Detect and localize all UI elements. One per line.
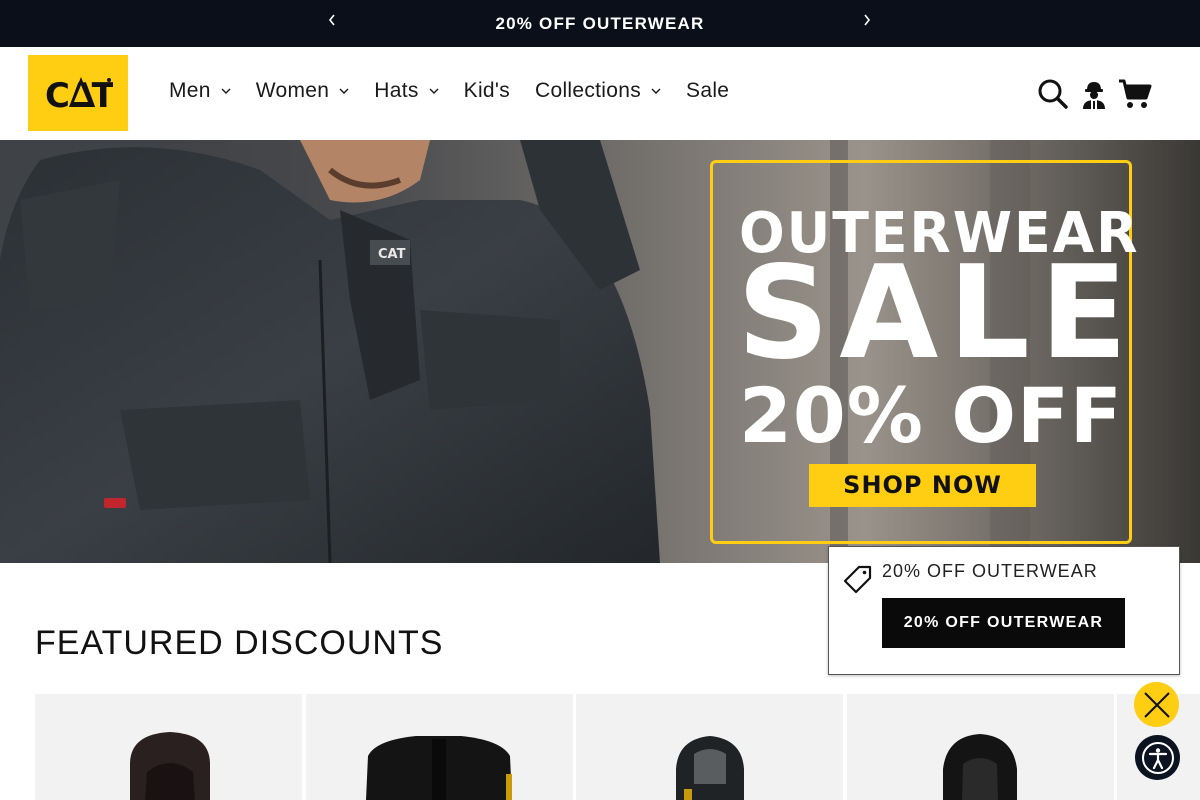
nav-kids-label: Kid's <box>463 79 511 102</box>
nav-men-label: Men <box>169 79 211 102</box>
product-card[interactable] <box>576 694 843 800</box>
section-title: FEATURED DISCOUNTS <box>35 624 444 662</box>
product-carousel <box>35 694 1200 800</box>
nav-women[interactable]: Women <box>256 79 349 103</box>
svg-text:CAT: CAT <box>378 247 406 262</box>
tag-icon <box>843 564 873 594</box>
promo-sale-text: SALE <box>737 239 1138 388</box>
cart-icon[interactable] <box>1118 77 1152 111</box>
product-card[interactable] <box>306 694 573 800</box>
main-nav: Men Women Hats Kid's Collections Sale <box>169 79 754 103</box>
chevron-down-icon <box>339 88 349 94</box>
nav-sale[interactable]: Sale <box>686 79 729 103</box>
chevron-right-icon[interactable] <box>857 12 877 34</box>
nav-sale-label: Sale <box>686 79 730 102</box>
nav-collections-label: Collections <box>535 79 642 102</box>
promo-discount: 20% OFF <box>739 371 1123 460</box>
header-icons <box>1029 77 1152 111</box>
product-image-shell-jacket <box>676 736 744 800</box>
chevron-down-icon <box>651 88 661 94</box>
popup-text: 20% OFF OUTERWEAR <box>882 561 1098 581</box>
promo-box[interactable]: OUTERWEAR SALE 20% OFF SHOP NOW <box>710 160 1138 544</box>
search-icon[interactable] <box>1036 77 1070 111</box>
close-icon[interactable] <box>1134 682 1179 727</box>
hero-banner[interactable]: CAT OUTERWEAR SALE 20% OFF SHOP NOW <box>0 140 1200 563</box>
cat-logo-mark: CAT <box>45 76 113 115</box>
site-header: CAT Men Women Hats Kid's Collections Sal… <box>0 47 1200 140</box>
popup-discount-button[interactable]: 20% OFF OUTERWEAR <box>882 598 1125 648</box>
cat-logo[interactable]: CAT <box>28 55 128 131</box>
nav-collections[interactable]: Collections <box>535 79 661 103</box>
announcement-text[interactable]: 20% OFF OUTERWEAR <box>0 14 1200 34</box>
account-worker-icon[interactable] <box>1077 77 1111 111</box>
nav-hats[interactable]: Hats <box>374 79 439 103</box>
announcement-bar: 20% OFF OUTERWEAR <box>0 0 1200 47</box>
chevron-down-icon <box>429 88 439 94</box>
nav-kids[interactable]: Kid's <box>464 79 510 103</box>
product-image-vest <box>366 736 512 800</box>
nav-hats-label: Hats <box>374 79 419 102</box>
shop-now-button[interactable]: SHOP NOW <box>809 464 1036 507</box>
discount-popup: 20% OFF OUTERWEAR 20% OFF OUTERWEAR <box>828 546 1180 675</box>
product-card[interactable] <box>847 694 1114 800</box>
nav-men[interactable]: Men <box>169 79 231 103</box>
hero-model-image: CAT <box>0 140 660 563</box>
accessibility-icon[interactable] <box>1135 735 1180 780</box>
product-image-hooded-coat <box>943 734 1017 800</box>
nav-women-label: Women <box>255 79 330 102</box>
product-image-hooded-jacket <box>130 732 210 800</box>
product-card[interactable] <box>35 694 302 800</box>
chevron-down-icon <box>221 88 231 94</box>
